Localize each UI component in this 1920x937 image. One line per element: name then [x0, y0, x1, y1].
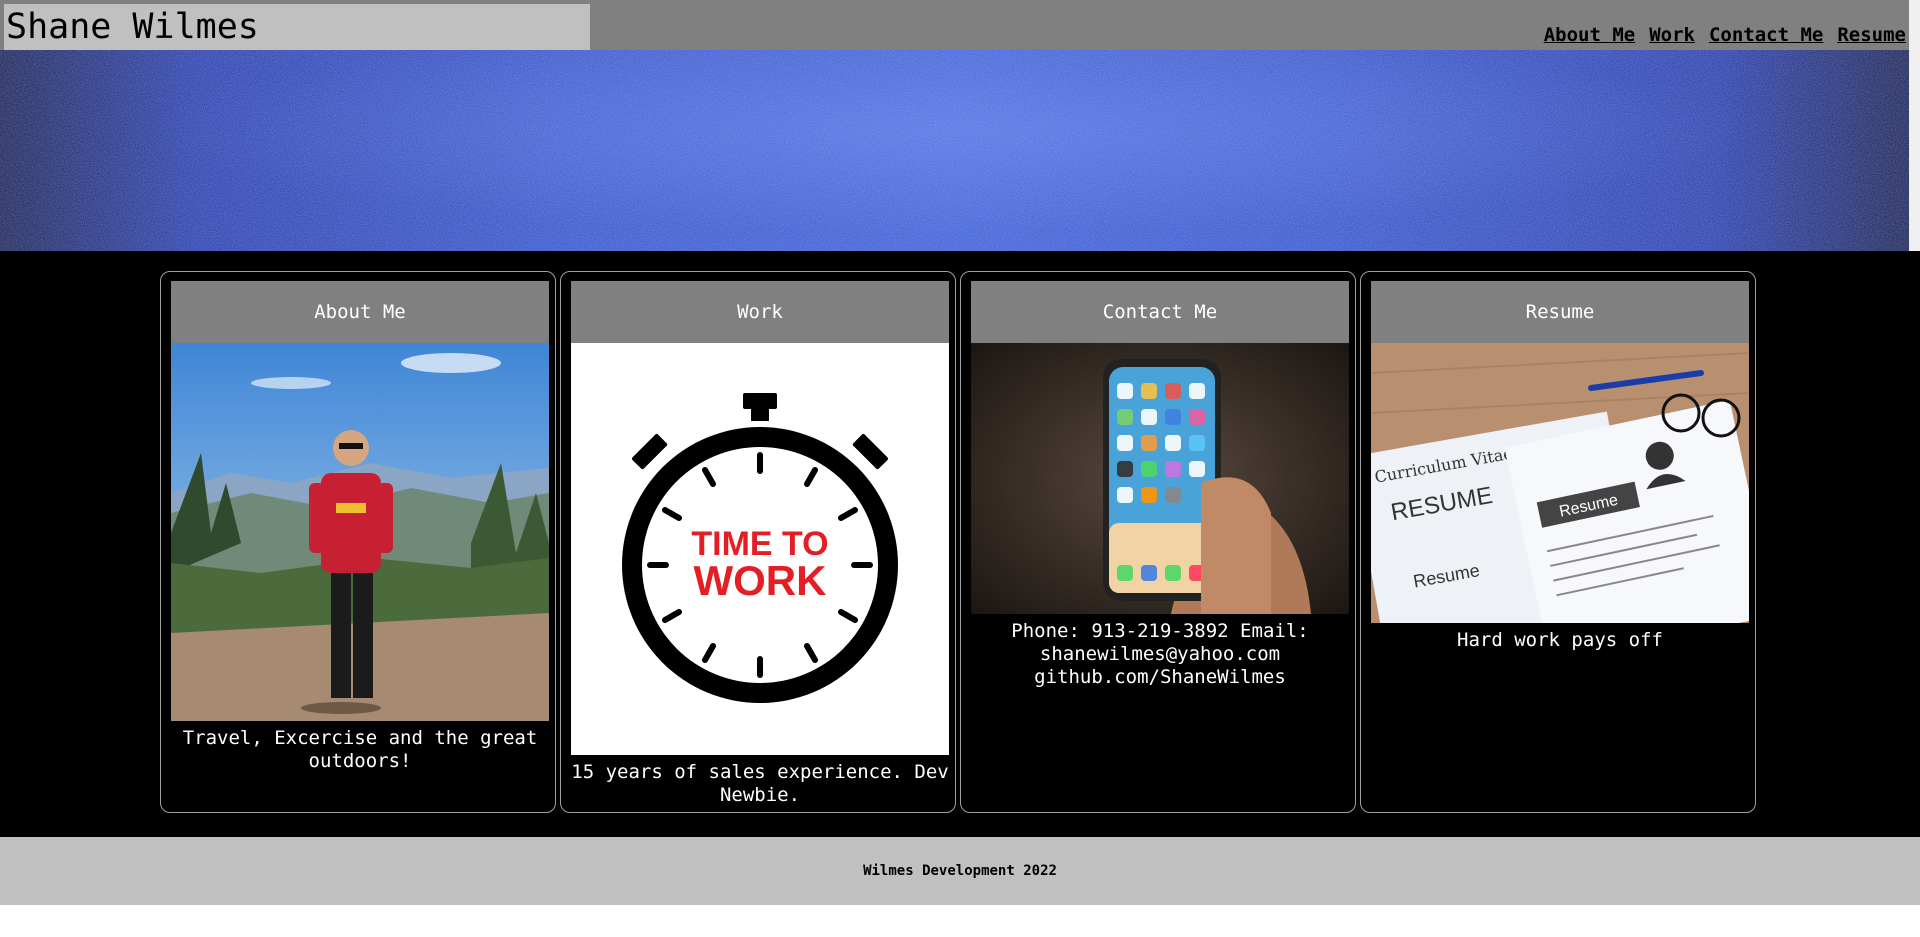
main-nav: About Me Work Contact Me Resume	[1544, 24, 1906, 46]
nav-link-contact-me[interactable]: Contact Me	[1709, 24, 1823, 46]
card-work: Work TIME TO WORK 15 years of sales expe…	[560, 271, 956, 813]
nav-link-about-me[interactable]: About Me	[1544, 24, 1636, 46]
hero-texture	[0, 50, 1909, 251]
nav-link-work[interactable]: Work	[1649, 24, 1695, 46]
hero-banner	[0, 50, 1909, 251]
smartphone-photo	[971, 343, 1349, 614]
card-title: Contact Me	[971, 281, 1349, 343]
main-content: About Me Travel, Excercise and the great…	[0, 251, 1920, 837]
card-title: Resume	[1371, 281, 1749, 343]
card-description: 15 years of sales experience. Dev Newbie…	[571, 761, 949, 806]
stopwatch-text-line-2: WORK	[694, 557, 827, 604]
site-header: Shane Wilmes About Me Work Contact Me Re…	[0, 0, 1909, 50]
card-description: Hard work pays off	[1457, 629, 1663, 651]
site-footer: Wilmes Development 2022	[0, 837, 1920, 905]
resume-photo: Curriculum Vitae RESUME Resume Resume	[1371, 343, 1749, 623]
hiker-photo	[171, 343, 549, 721]
nav-link-resume[interactable]: Resume	[1837, 24, 1906, 46]
site-title: Shane Wilmes	[4, 4, 590, 50]
stopwatch-graphic: TIME TO WORK	[571, 343, 949, 755]
scrollbar[interactable]	[1909, 0, 1920, 251]
card-contact-me: Contact Me Phone: 913-219-3892 Email: sh…	[960, 271, 1356, 813]
card-title: About Me	[171, 281, 549, 343]
card-title: Work	[571, 281, 949, 343]
card-description: Travel, Excercise and the great outdoors…	[182, 727, 538, 772]
footer-text: Wilmes Development 2022	[863, 863, 1057, 879]
card-description: Phone: 913-219-3892 Email: shanewilmes@y…	[1011, 620, 1309, 688]
card-about-me: About Me Travel, Excercise and the great…	[160, 271, 556, 813]
card-resume: Resume Curriculum Vitae RESUME Resume Re…	[1360, 271, 1756, 813]
